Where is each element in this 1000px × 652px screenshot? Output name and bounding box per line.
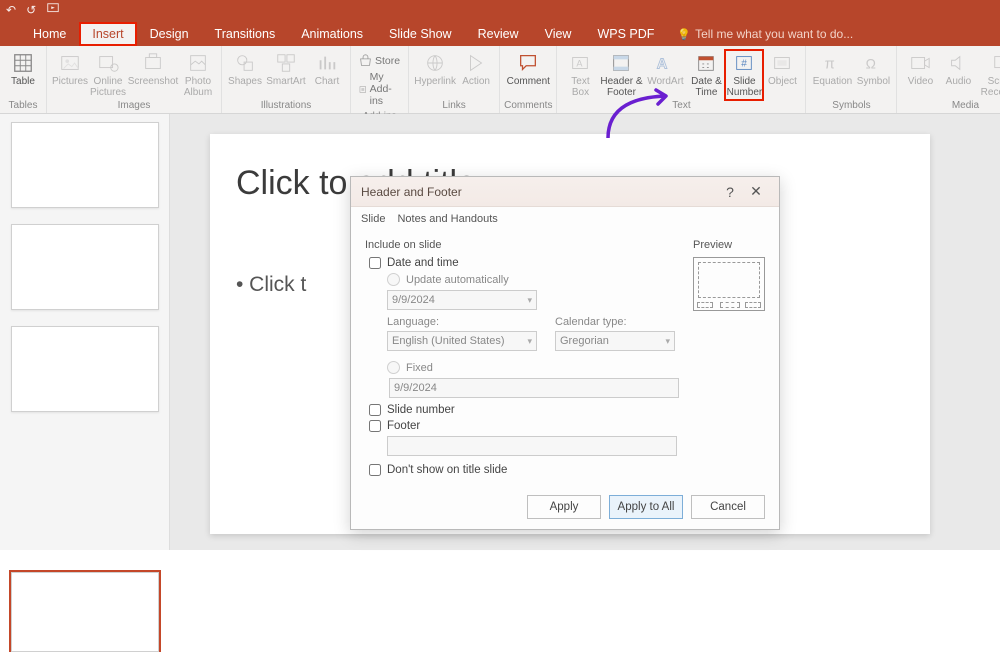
apply-to-all-button[interactable]: Apply to All — [609, 495, 683, 519]
calendar-type-label: Calendar type: — [555, 316, 675, 328]
include-on-slide-label: Include on slide — [365, 239, 679, 251]
dialog-title: Header and Footer — [361, 185, 462, 199]
date-format-combo[interactable]: 9/9/2024 — [387, 290, 537, 310]
dont-show-title-checkbox[interactable]: Don't show on title slide — [369, 464, 679, 476]
dialog-tabs: Slide Notes and Handouts — [351, 207, 779, 229]
dialog-help-button[interactable]: ? — [717, 184, 743, 200]
language-label: Language: — [387, 316, 537, 328]
slide-number-checkbox[interactable]: Slide number — [369, 404, 679, 416]
thumbnail-selected[interactable] — [11, 572, 159, 652]
apply-button[interactable]: Apply — [527, 495, 601, 519]
date-time-checkbox[interactable]: Date and time — [369, 257, 679, 269]
calendar-combo[interactable]: Gregorian — [555, 331, 675, 351]
dialog-close-button[interactable]: ✕ — [743, 183, 769, 200]
dialog-overlay: Header and Footer ? ✕ Slide Notes and Ha… — [0, 0, 1000, 550]
preview-label: Preview — [693, 239, 765, 251]
language-combo[interactable]: English (United States) — [387, 331, 537, 351]
footer-text-input[interactable] — [387, 436, 677, 456]
footer-checkbox[interactable]: Footer — [369, 420, 679, 432]
dialog-footer: Apply Apply to All Cancel — [527, 495, 765, 519]
update-automatically-radio[interactable]: Update automatically — [387, 273, 679, 286]
dialog-titlebar: Header and Footer ? ✕ — [351, 177, 779, 207]
dialog-tab-notes[interactable]: Notes and Handouts — [397, 213, 497, 229]
cancel-button[interactable]: Cancel — [691, 495, 765, 519]
fixed-date-input[interactable]: 9/9/2024 — [389, 378, 679, 398]
header-footer-dialog: Header and Footer ? ✕ Slide Notes and Ha… — [350, 176, 780, 530]
fixed-radio[interactable]: Fixed — [387, 361, 679, 374]
dialog-tab-slide[interactable]: Slide — [361, 213, 385, 229]
preview-thumbnail — [693, 257, 765, 311]
